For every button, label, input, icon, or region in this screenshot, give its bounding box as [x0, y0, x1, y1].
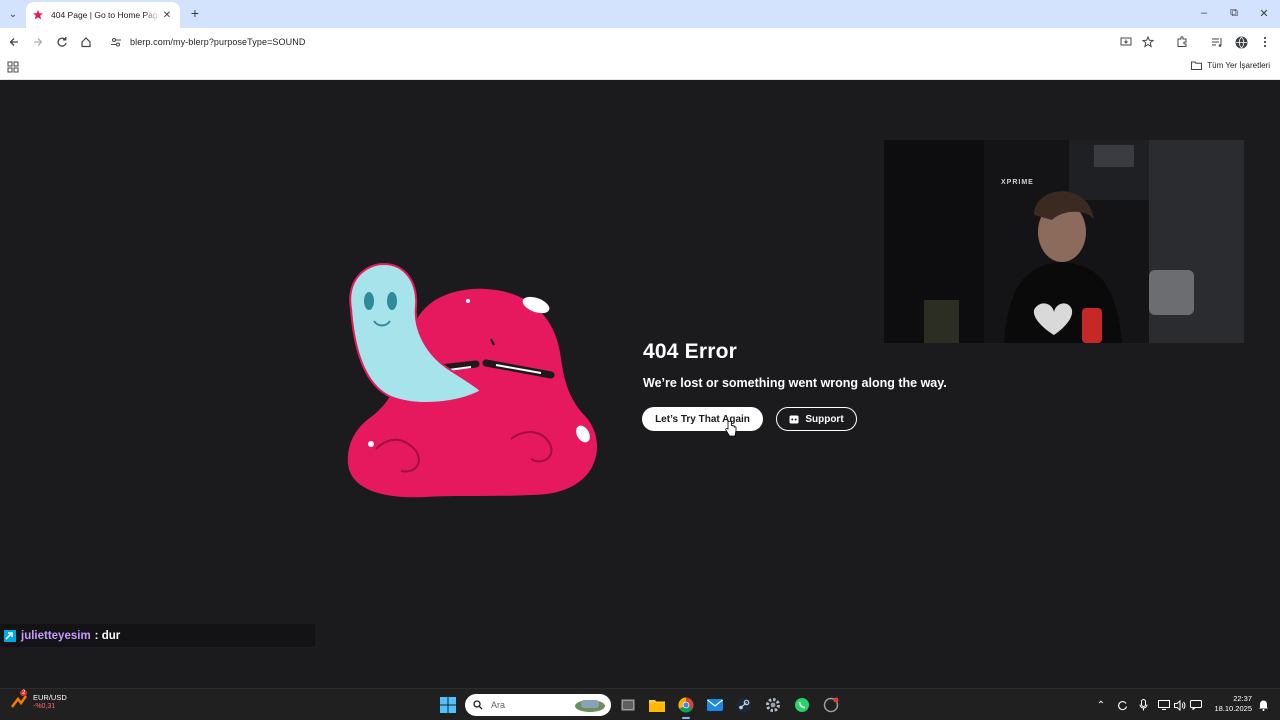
notification-bell-icon[interactable]: [1256, 698, 1270, 712]
webcam-feed-image: [884, 140, 1244, 343]
chrome-active-indicator: [682, 717, 690, 719]
microphone-icon[interactable]: [1136, 698, 1150, 712]
chat-username: julietteyesim: [21, 629, 91, 642]
extensions-icon[interactable]: [1174, 34, 1190, 50]
windows-start-icon[interactable]: [438, 695, 458, 715]
apps-grid-icon[interactable]: [7, 61, 19, 73]
webcam-logo: XPRIME: [1001, 179, 1034, 186]
home-icon[interactable]: [78, 34, 94, 50]
discord-icon: [789, 415, 799, 423]
restore-icon[interactable]: ⧉: [1226, 5, 1242, 21]
whatsapp-icon[interactable]: [792, 695, 812, 715]
widget-change: -%0,31: [33, 703, 56, 710]
clock-time: 22:37: [1233, 694, 1252, 703]
tab-close-icon[interactable]: ✕: [160, 8, 174, 22]
tab-active[interactable]: 404 Page | Go to Home Page fo ✕: [26, 2, 180, 28]
site-info-icon[interactable]: [110, 36, 122, 48]
windows-taskbar: 2 EUR/USD -%0,31 Ara ⌃ 22:37 18.10.2025: [0, 688, 1280, 720]
address-bar[interactable]: blerp.com/my-blerp?purposeType=SOUND: [102, 31, 1212, 53]
mail-icon[interactable]: [705, 695, 725, 715]
tray-sync-icon[interactable]: [1115, 698, 1129, 712]
blerp-favicon-icon: [33, 10, 43, 20]
app-notification-icon[interactable]: [821, 695, 841, 715]
page-content: 404 Error We’re lost or something went w…: [0, 81, 1280, 688]
back-icon[interactable]: [6, 34, 22, 50]
url-text: blerp.com/my-blerp?purposeType=SOUND: [130, 37, 306, 47]
error-subtitle: We’re lost or something went wrong along…: [643, 376, 947, 390]
ghost-blob-mascot-illustration: [347, 262, 598, 498]
battery-chat-icon[interactable]: [1189, 698, 1203, 712]
error-title: 404 Error: [643, 340, 738, 363]
tray-chevron-up-icon[interactable]: ⌃: [1094, 698, 1108, 712]
currency-widget-icon: 2: [10, 690, 28, 711]
forward-icon[interactable]: [30, 34, 46, 50]
clock-date: 18.10.2025: [1214, 704, 1252, 713]
mouse-cursor-icon: [725, 421, 737, 437]
install-app-icon[interactable]: [1118, 34, 1134, 50]
taskbar-search-box[interactable]: Ara: [465, 694, 611, 716]
volume-icon[interactable]: [1173, 698, 1187, 712]
try-again-button[interactable]: Let’s Try That Again: [642, 407, 763, 431]
bookmarks-bar: Tüm Yer İşaretleri: [0, 56, 1280, 80]
task-view-icon[interactable]: [618, 695, 638, 715]
all-bookmarks-button[interactable]: Tüm Yer İşaretleri: [1191, 61, 1270, 70]
chrome-icon[interactable]: [676, 695, 696, 715]
new-tab-icon[interactable]: +: [187, 5, 203, 21]
all-bookmarks-label: Tüm Yer İşaretleri: [1207, 61, 1270, 70]
tab-strip: ⌄ 404 Page | Go to Home Page fo ✕ + – ⧉ …: [0, 0, 1280, 28]
more-menu-icon[interactable]: [1257, 34, 1273, 50]
webcam-overlay: XPRIME: [884, 140, 1244, 343]
chat-message: : dur: [94, 629, 121, 642]
steam-icon[interactable]: [734, 695, 754, 715]
minimize-icon[interactable]: –: [1196, 5, 1212, 21]
network-icon[interactable]: [1157, 698, 1171, 712]
support-button[interactable]: Support: [776, 407, 857, 431]
folder-icon: [1191, 61, 1203, 70]
support-label: Support: [805, 413, 844, 425]
system-clock[interactable]: 22:37 18.10.2025: [1206, 694, 1252, 714]
close-window-icon[interactable]: ✕: [1256, 5, 1272, 21]
vip-badge-icon: [4, 629, 16, 642]
taskbar-search-placeholder: Ara: [491, 700, 506, 710]
search-icon: [473, 700, 483, 710]
search-highlight-icon: [575, 700, 605, 712]
bookmark-star-icon[interactable]: [1140, 34, 1156, 50]
reload-icon[interactable]: [54, 34, 70, 50]
currency-widget[interactable]: 2 EUR/USD -%0,31: [10, 690, 67, 711]
stream-chat-overlay: julietteyesim : dur: [0, 624, 315, 647]
file-explorer-icon[interactable]: [647, 695, 667, 715]
media-controls-icon[interactable]: [1209, 34, 1225, 50]
tab-search-chevron-icon[interactable]: ⌄: [5, 6, 21, 22]
tab-title: 404 Page | Go to Home Page fo: [51, 10, 160, 20]
profile-avatar-icon[interactable]: [1233, 34, 1249, 50]
browser-toolbar: blerp.com/my-blerp?purposeType=SOUND: [0, 28, 1280, 56]
settings-gear-icon[interactable]: [763, 695, 783, 715]
widget-label: EUR/USD: [33, 693, 67, 702]
